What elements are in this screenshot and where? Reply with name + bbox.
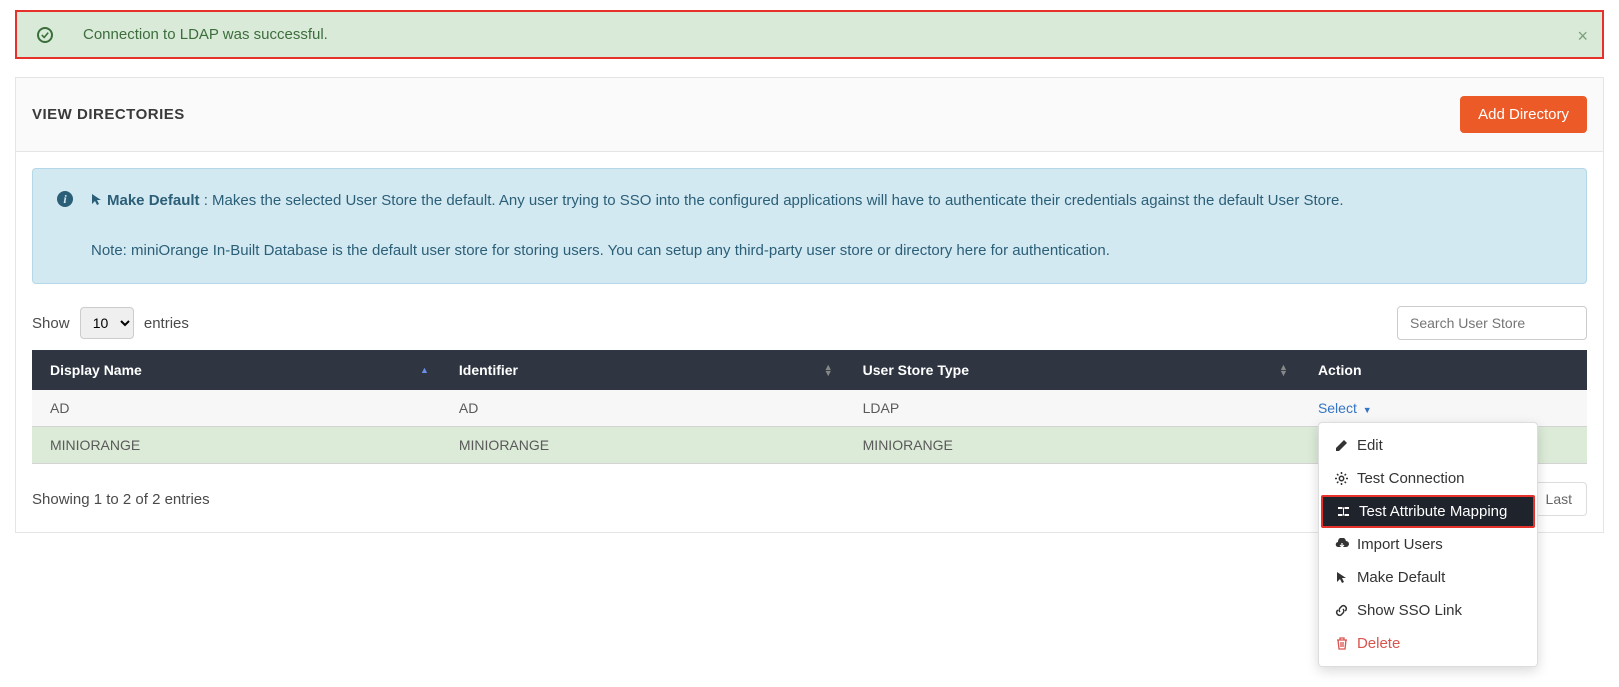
search-input[interactable] [1397, 306, 1587, 340]
gear-icon [1335, 472, 1349, 485]
info-description: Makes the selected User Store the defaul… [212, 192, 1343, 209]
sort-icon: ▲ [420, 367, 429, 373]
alert-close-button[interactable]: × [1577, 26, 1588, 47]
entries-selector: Show 10 entries [32, 307, 189, 339]
info-body: Make Default : Makes the selected User S… [91, 189, 1344, 263]
entries-label: entries [144, 315, 189, 332]
cell-user-store-type: MINIORANGE [845, 427, 1300, 464]
table-row: AD AD LDAP Select ▼ [32, 390, 1587, 427]
alert-success: Connection to LDAP was successful. × [15, 10, 1604, 59]
col-display-name[interactable]: Display Name ▲ [32, 350, 441, 390]
caret-down-icon: ▼ [1363, 405, 1372, 415]
panel-body: i Make Default : Makes the selected User… [16, 152, 1603, 532]
info-note: Note: miniOrange In-Built Database is th… [91, 239, 1344, 263]
cell-identifier: MINIORANGE [441, 427, 845, 464]
showing-info: Showing 1 to 2 of 2 entries [32, 491, 210, 508]
menu-test-attribute-mapping[interactable]: Test Attribute Mapping [1321, 495, 1535, 528]
cell-display-name: MINIORANGE [32, 427, 441, 464]
select-action-button[interactable]: Select ▼ [1318, 400, 1372, 416]
menu-import-users[interactable]: Import Users [1319, 528, 1537, 561]
menu-delete[interactable]: Delete [1319, 627, 1537, 660]
add-directory-button[interactable]: Add Directory [1460, 96, 1587, 133]
cursor-icon [1335, 571, 1349, 585]
menu-edit[interactable]: Edit [1319, 429, 1537, 462]
make-default-label: Make Default [107, 192, 200, 209]
cell-display-name: AD [32, 390, 441, 427]
table-controls: Show 10 entries [32, 306, 1587, 340]
col-action: Action [1300, 350, 1587, 390]
panel-header: VIEW DIRECTORIES Add Directory [16, 78, 1603, 152]
cursor-icon [91, 191, 103, 215]
panel-title: VIEW DIRECTORIES [32, 106, 185, 123]
info-box: i Make Default : Makes the selected User… [32, 168, 1587, 284]
alert-message: Connection to LDAP was successful. [83, 26, 328, 43]
cloud-download-icon [1335, 538, 1349, 551]
col-user-store-type[interactable]: User Store Type ▲▼ [845, 350, 1300, 390]
info-colon: : [200, 192, 213, 209]
menu-make-default[interactable]: Make Default [1319, 561, 1537, 594]
menu-test-connection[interactable]: Test Connection [1319, 462, 1537, 495]
mapping-icon [1337, 505, 1351, 518]
directories-table: Display Name ▲ Identifier ▲▼ User Store … [32, 350, 1587, 464]
show-label: Show [32, 315, 70, 332]
col-identifier[interactable]: Identifier ▲▼ [441, 350, 845, 390]
action-dropdown-wrapper: Select ▼ Edit [1318, 400, 1372, 416]
search-box [1397, 306, 1587, 340]
sort-icon: ▲▼ [824, 364, 833, 376]
directories-panel: VIEW DIRECTORIES Add Directory i Make De… [15, 77, 1604, 533]
cell-identifier: AD [441, 390, 845, 427]
entries-select[interactable]: 10 [80, 307, 134, 339]
sort-icon: ▲▼ [1279, 364, 1288, 376]
trash-icon [1335, 637, 1349, 650]
info-icon: i [57, 191, 73, 263]
menu-show-sso-link[interactable]: Show SSO Link [1319, 594, 1537, 627]
edit-icon [1335, 439, 1349, 452]
cell-action: Select ▼ Edit [1300, 390, 1587, 427]
cell-user-store-type: LDAP [845, 390, 1300, 427]
action-dropdown-menu: Edit Test Connection Test Attribute Mapp… [1318, 422, 1538, 667]
check-circle-icon [37, 27, 53, 43]
link-icon [1335, 604, 1349, 617]
page-last-button[interactable]: Last [1531, 482, 1587, 516]
